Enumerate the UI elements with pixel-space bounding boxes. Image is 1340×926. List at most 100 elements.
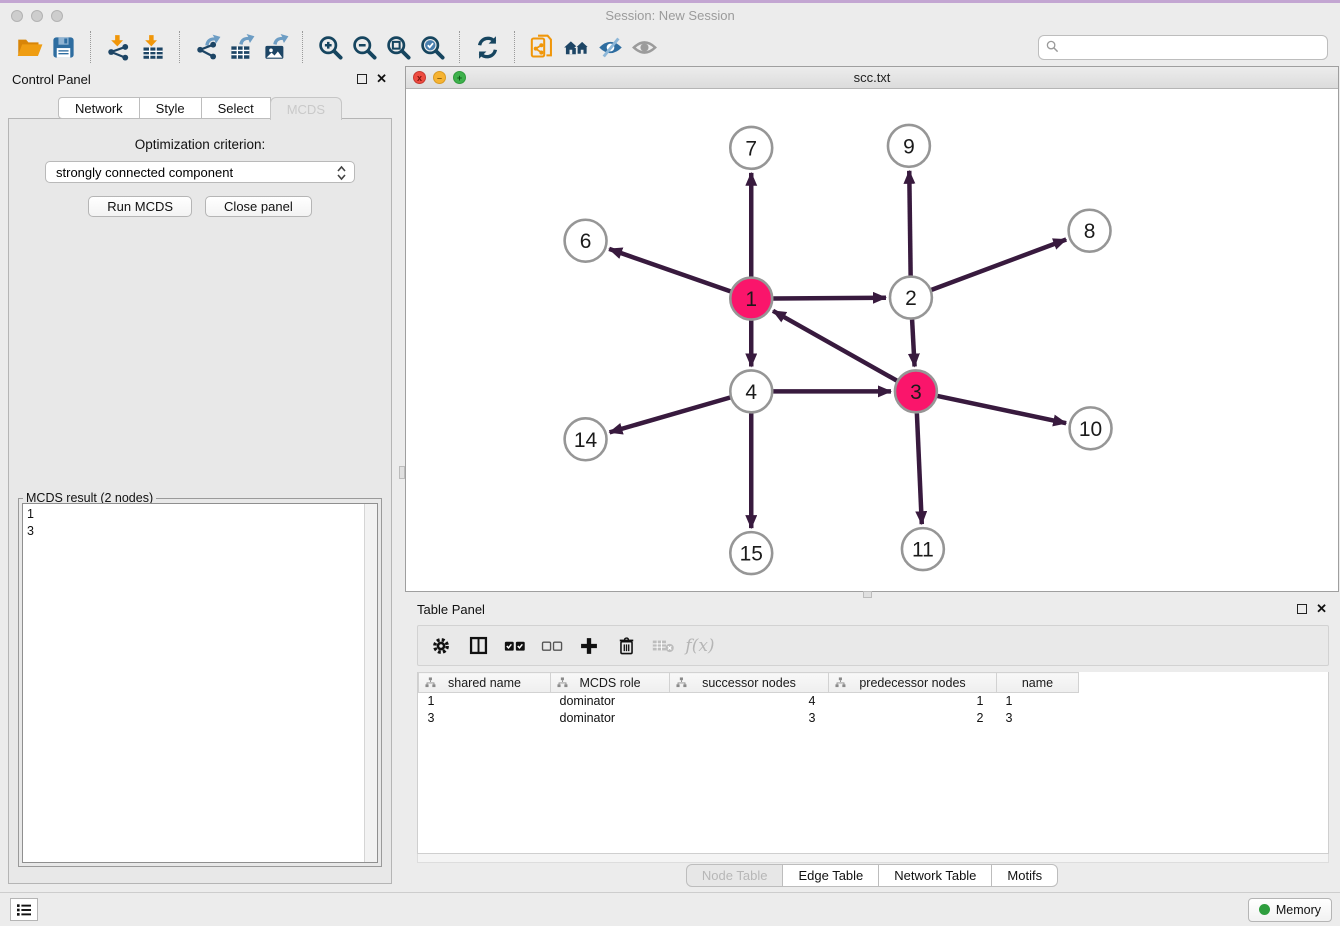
graph-node[interactable]: 9 [888,125,930,167]
tab-motifs[interactable]: Motifs [991,864,1058,887]
select-all-button[interactable] [501,632,529,660]
toolbar-separator [302,31,303,63]
graph-node[interactable]: 2 [890,277,932,319]
graph-edge[interactable] [773,311,897,381]
search-input[interactable] [1038,35,1328,60]
apply-layout-button[interactable] [470,31,504,63]
first-neighbors-button[interactable] [559,31,593,63]
save-session-button[interactable] [46,31,80,63]
graph-node-label: 6 [580,230,592,253]
graph-edge[interactable] [909,171,910,276]
memory-button[interactable]: Memory [1248,898,1332,922]
table-row[interactable]: 3dominator323 [419,710,1079,727]
graph-node[interactable]: 6 [565,220,607,262]
network-window-titlebar[interactable]: x – + scc.txt [406,67,1338,89]
export-table-button[interactable] [224,31,258,63]
graph-node-label: 7 [745,137,757,160]
clone-network-button[interactable] [525,31,559,63]
graph-node[interactable]: 10 [1070,407,1112,449]
table-cell[interactable]: dominator [551,710,670,727]
close-table-panel-icon[interactable]: ✕ [1316,604,1327,614]
graph-node[interactable]: 4 [730,370,772,412]
tab-style[interactable]: Style [139,97,202,119]
graph-edge[interactable] [912,320,914,367]
tab-node-table[interactable]: Node Table [686,864,784,887]
graph-node[interactable]: 14 [565,418,607,460]
delete-column-button[interactable] [612,632,640,660]
float-table-panel-icon[interactable] [1297,604,1307,614]
vertical-splitter-handle[interactable] [399,466,405,479]
export-image-button[interactable] [258,31,292,63]
tab-select[interactable]: Select [201,97,271,119]
create-column-button[interactable] [575,632,603,660]
deselect-all-button[interactable] [538,632,566,660]
graph-edge[interactable] [937,396,1066,423]
table-horizontal-scrollbar[interactable] [417,854,1329,863]
zoom-out-button[interactable] [347,31,381,63]
table-cell[interactable]: 1 [829,693,997,710]
graph-node-label: 2 [905,287,917,310]
column-header-predecessor-nodes[interactable]: predecessor nodes [829,673,997,693]
show-column-button[interactable] [464,632,492,660]
mcds-result-text[interactable]: 1 3 [22,503,378,863]
table-cell[interactable]: 1 [419,693,551,710]
table-header-row: shared name MCDS role successor nodes pr… [419,673,1079,693]
close-panel-button[interactable]: Close panel [205,196,312,217]
graph-edge[interactable] [773,298,886,299]
graph-node[interactable]: 11 [902,528,944,570]
criterion-select[interactable]: strongly connected component [45,161,355,183]
export-network-button[interactable] [190,31,224,63]
hierarchy-icon [835,677,846,688]
graph-node[interactable]: 7 [730,127,772,169]
checked-boxes-icon [504,639,526,653]
graph-node[interactable]: 8 [1069,210,1111,252]
tab-network[interactable]: Network [58,97,140,119]
open-session-button[interactable] [12,31,46,63]
import-network-button[interactable] [101,31,135,63]
hierarchy-icon [676,677,687,688]
column-header-name[interactable]: name [997,673,1079,693]
table-cell[interactable]: 3 [997,710,1079,727]
zoom-selected-button[interactable] [415,31,449,63]
float-panel-icon[interactable] [357,74,367,84]
table-cell[interactable]: 3 [419,710,551,727]
table-cell[interactable]: 4 [670,693,829,710]
node-table-body: 1dominator4113dominator323 [419,693,1079,727]
table-options-button[interactable] [427,632,455,660]
graph-node[interactable]: 1 [730,278,772,320]
export-table-icon [228,34,255,61]
table-cell[interactable]: 3 [670,710,829,727]
graph-node[interactable]: 3 [895,370,937,412]
column-header-shared-name[interactable]: shared name [419,673,551,693]
control-panel-title: Control Panel [5,72,91,87]
show-details-button[interactable] [627,31,661,63]
horizontal-splitter-handle[interactable] [863,591,872,598]
hide-details-button[interactable] [593,31,627,63]
result-scrollbar[interactable] [364,504,377,862]
graph-edge[interactable] [931,239,1066,289]
tab-mcds[interactable]: MCDS [270,97,342,120]
table-cell[interactable]: 2 [829,710,997,727]
mcds-result-group: MCDS result (2 nodes) 1 3 [18,498,382,867]
table-row[interactable]: 1dominator411 [419,693,1079,710]
graph-edge[interactable] [610,397,731,432]
hierarchy-icon [557,677,568,688]
graph-edge[interactable] [609,249,730,291]
network-canvas[interactable]: 7 9 6 8 1 2 4 3 14 10 15 11 [406,90,1338,591]
export-image-icon [262,34,289,61]
table-cell[interactable]: 1 [997,693,1079,710]
tab-network-table[interactable]: Network Table [878,864,992,887]
zoom-fit-button[interactable] [381,31,415,63]
graph-node-label: 15 [740,543,763,566]
table-cell[interactable]: dominator [551,693,670,710]
zoom-in-button[interactable] [313,31,347,63]
graph-node[interactable]: 15 [730,532,772,574]
column-header-mcds-role[interactable]: MCDS role [551,673,670,693]
graph-edge[interactable] [917,413,922,524]
tab-edge-table[interactable]: Edge Table [782,864,879,887]
column-header-successor-nodes[interactable]: successor nodes [670,673,829,693]
run-mcds-button[interactable]: Run MCDS [88,196,192,217]
import-table-button[interactable] [135,31,169,63]
close-panel-icon[interactable]: ✕ [376,74,387,84]
task-history-button[interactable] [10,898,38,921]
